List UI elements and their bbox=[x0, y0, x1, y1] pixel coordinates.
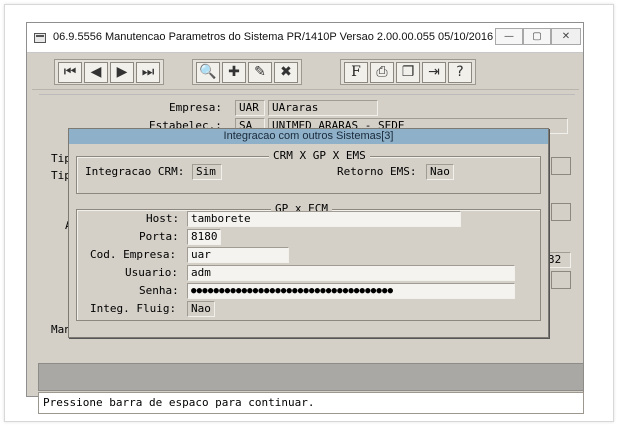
last-icon[interactable]: ⏭ bbox=[136, 62, 160, 83]
close-button[interactable]: ✕ bbox=[551, 28, 581, 45]
host-label: Host: bbox=[146, 212, 180, 225]
delete-icon[interactable]: ✖ bbox=[274, 62, 298, 83]
partial-field-4 bbox=[551, 271, 571, 289]
prev-icon[interactable]: ◀ bbox=[84, 62, 108, 83]
porta-field[interactable]: 8180 bbox=[187, 229, 221, 245]
crm-group: CRM X GP X EMS Integracao CRM: Sim Retor… bbox=[76, 149, 541, 194]
modify-icon[interactable]: ✎ bbox=[248, 62, 272, 83]
senha-label: Senha: bbox=[139, 284, 179, 297]
minimize-button[interactable]: — bbox=[495, 28, 523, 45]
toolbar: ⏮ ◀ ▶ ⏭ 🔍 ✚ ✎ ✖ F ⎙ ❐ ⇥ ? bbox=[32, 56, 579, 90]
retorno-ems-label: Retorno EMS: bbox=[337, 165, 417, 178]
integration-dialog: Integracao com outros Sistemas[3] CRM X … bbox=[68, 128, 549, 338]
help-icon[interactable]: ? bbox=[448, 62, 472, 83]
empresa-label: Empresa: bbox=[169, 101, 222, 114]
maximize-button[interactable]: ▢ bbox=[523, 28, 551, 45]
partial-field-2 bbox=[551, 203, 571, 221]
partial-field-1 bbox=[551, 157, 571, 175]
cod-empresa-field[interactable]: uar bbox=[187, 247, 289, 263]
next-icon[interactable]: ▶ bbox=[110, 62, 134, 83]
empresa-code-field[interactable]: UAR bbox=[235, 100, 265, 116]
ecm-group: GP x ECM Host: tamborete Porta: 8180 Cod… bbox=[76, 202, 541, 321]
host-field[interactable]: tamborete bbox=[187, 211, 461, 227]
usuario-label: Usuario: bbox=[125, 266, 178, 279]
copy-icon[interactable]: ❐ bbox=[396, 62, 420, 83]
integ-fluig-label: Integ. Fluig: bbox=[90, 302, 177, 315]
window-icon bbox=[34, 33, 46, 43]
dialog-title: Integracao com outros Sistemas[3] bbox=[69, 129, 548, 144]
add-icon[interactable]: ✚ bbox=[222, 62, 246, 83]
crm-group-title: CRM X GP X EMS bbox=[269, 149, 370, 162]
go-to-icon[interactable]: 🔍 bbox=[196, 62, 220, 83]
navigation-group: ⏮ ◀ ▶ ⏭ bbox=[54, 59, 164, 85]
filter-icon[interactable]: F bbox=[344, 62, 368, 83]
empresa-name-field[interactable]: UAraras bbox=[268, 100, 378, 116]
porta-label: Porta: bbox=[139, 230, 179, 243]
edit-group: 🔍 ✚ ✎ ✖ bbox=[192, 59, 302, 85]
first-icon[interactable]: ⏮ bbox=[58, 62, 82, 83]
exit-icon[interactable]: ⇥ bbox=[422, 62, 446, 83]
integ-fluig-field[interactable]: Nao bbox=[187, 301, 215, 317]
integracao-crm-field[interactable]: Sim bbox=[192, 164, 222, 180]
senha-field[interactable]: ●●●●●●●●●●●●●●●●●●●●●●●●●●●●●●●●●●●● bbox=[187, 283, 515, 299]
status-message: Pressione barra de espaco para continuar… bbox=[38, 392, 584, 414]
title-bar: 06.9.5556 Manutencao Parametros do Siste… bbox=[27, 23, 583, 53]
print-icon[interactable]: ⎙ bbox=[370, 62, 394, 83]
usuario-field[interactable]: adm bbox=[187, 265, 515, 281]
cod-empresa-label: Cod. Empresa: bbox=[90, 248, 177, 261]
message-area bbox=[38, 363, 584, 391]
window-title: 06.9.5556 Manutencao Parametros do Siste… bbox=[53, 31, 521, 43]
integracao-crm-label: Integracao CRM: bbox=[85, 165, 185, 178]
retorno-ems-field[interactable]: Nao bbox=[426, 164, 454, 180]
tools-group: F ⎙ ❐ ⇥ ? bbox=[340, 59, 476, 85]
